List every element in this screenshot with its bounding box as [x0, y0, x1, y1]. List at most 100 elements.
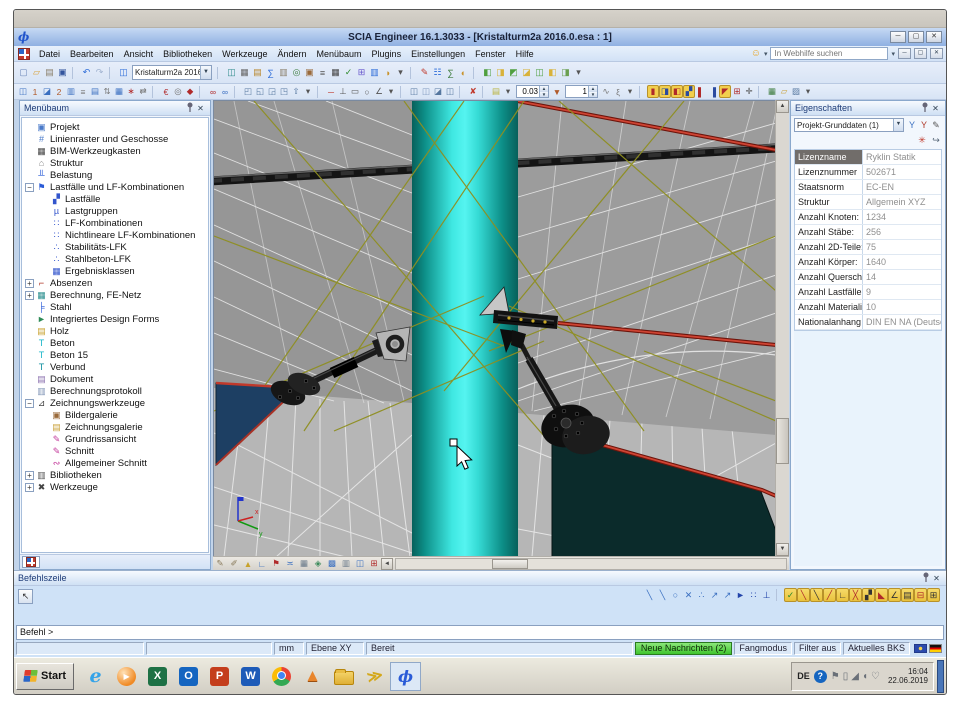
- count-input[interactable]: [566, 87, 588, 96]
- tree-expander-icon[interactable]: [25, 123, 34, 132]
- tree-item[interactable]: ▦ BIM-Werkzeugkasten: [22, 145, 208, 157]
- toolbar-icon[interactable]: ⊞: [731, 85, 743, 98]
- snap-toggle-icon[interactable]: ▤: [901, 588, 914, 602]
- toolbar-icon[interactable]: ⊥: [337, 85, 349, 98]
- minimize-button[interactable]: ─: [890, 31, 906, 43]
- toolbar-icon[interactable]: ✘: [467, 85, 479, 98]
- report-icon[interactable]: ▥: [368, 66, 381, 80]
- taskbar-scia-engineer-icon[interactable]: ϕ: [390, 662, 421, 691]
- tree-item[interactable]: ✎ Schnitt: [22, 445, 208, 457]
- undo-icon[interactable]: ↶: [80, 66, 93, 80]
- grid-icon[interactable]: ▦: [297, 557, 311, 570]
- toolbar-icon[interactable]: ◨: [659, 85, 671, 98]
- edit-icon[interactable]: ✎: [418, 66, 431, 80]
- tray-device-icon[interactable]: ▯: [843, 671, 849, 682]
- menu-item[interactable]: Menübaum: [312, 47, 367, 61]
- taskbar-file-manager-icon[interactable]: [328, 662, 359, 691]
- property-row[interactable]: Anzahl 2D-Teile: 75: [795, 240, 941, 255]
- toolbar-icon[interactable]: 2: [53, 85, 65, 98]
- menu-item[interactable]: Fenster: [470, 47, 511, 61]
- tree-expander-icon[interactable]: [25, 171, 34, 180]
- tree-expander-icon[interactable]: +: [25, 279, 34, 288]
- check-icon[interactable]: ✓: [342, 66, 355, 80]
- toolbar-icon[interactable]: ▾: [802, 85, 814, 98]
- toolbar-icon[interactable]: ∞: [207, 85, 219, 98]
- tree-item[interactable]: + ▥ Bibliotheken: [22, 469, 208, 481]
- tree-item[interactable]: µ Lastgruppen: [22, 205, 208, 217]
- snap-toggle-icon[interactable]: ✓: [784, 588, 797, 602]
- snap-midpoint-icon[interactable]: ╲: [656, 588, 669, 602]
- toolbar-icon[interactable]: ∗: [125, 85, 137, 98]
- tree-item[interactable]: ∴ Stahlbeton-LFK: [22, 253, 208, 265]
- taskbar-internet-explorer-icon[interactable]: e: [80, 662, 111, 691]
- combobox-arrow-icon[interactable]: ▼: [893, 119, 903, 131]
- toolbar-icon[interactable]: ◪: [432, 85, 444, 98]
- mast-cylinder[interactable]: [412, 101, 518, 556]
- toolbar-icon[interactable]: ▤: [89, 85, 101, 98]
- edit-property-icon[interactable]: ✎: [930, 119, 942, 132]
- taskbar-powerpoint-icon[interactable]: P: [204, 662, 235, 691]
- image-icon[interactable]: ▣: [303, 66, 316, 80]
- tree-item[interactable]: ╞ Stahl: [22, 301, 208, 313]
- tree-expander-icon[interactable]: [40, 195, 49, 204]
- viewport-vertical-scrollbar[interactable]: ▲ ▼: [775, 100, 789, 556]
- scale-spinner[interactable]: ▲▼: [516, 85, 549, 98]
- tree-item[interactable]: ▣ Bildergalerie: [22, 409, 208, 421]
- toolbar-overflow-icon[interactable]: ▾: [394, 66, 407, 80]
- taskbar-excel-icon[interactable]: X: [142, 662, 173, 691]
- spinner-down-icon[interactable]: ▼: [540, 92, 548, 98]
- tree-expander-icon[interactable]: [40, 219, 49, 228]
- snap-toggle-icon[interactable]: ╲: [810, 588, 823, 602]
- redo-icon[interactable]: ↷: [93, 66, 106, 80]
- scroll-left-icon[interactable]: ◄: [381, 558, 393, 570]
- tree-item[interactable]: ∷ LF-Kombinationen: [22, 217, 208, 229]
- properties-combobox[interactable]: Projekt-Grunddaten (1) ▼: [794, 118, 904, 132]
- toolbar-icon[interactable]: ▞: [683, 85, 695, 98]
- property-row[interactable]: Nationalanhang DIN EN NA (Deutschland): [795, 315, 941, 330]
- tree-expander-icon[interactable]: [25, 327, 34, 336]
- taskbar-chrome-icon[interactable]: [266, 662, 297, 691]
- section-view-icon[interactable]: ▥: [339, 557, 353, 570]
- ortho-icon[interactable]: ⊥: [760, 588, 773, 602]
- toolbar-icon[interactable]: ▾: [385, 85, 397, 98]
- menu-item[interactable]: Einstellungen: [406, 47, 470, 61]
- layout-icon[interactable]: ◨: [494, 66, 507, 80]
- property-row[interactable]: Anzahl Lastfälle: 9: [795, 285, 941, 300]
- menu-item[interactable]: Ändern: [272, 47, 311, 61]
- tree-item[interactable]: ▤ Holz: [22, 325, 208, 337]
- tree-item[interactable]: T Verbund: [22, 361, 208, 373]
- sum-icon[interactable]: ∑: [444, 66, 457, 80]
- tree-item[interactable]: ⌂ Struktur: [22, 157, 208, 169]
- status-toggle[interactable]: Filter aus: [794, 642, 841, 655]
- scroll-up-icon[interactable]: ▲: [776, 100, 789, 113]
- toolbar-icon[interactable]: 1: [29, 85, 41, 98]
- calculator-icon[interactable]: ⊞: [355, 66, 368, 80]
- snap-endpoint-icon[interactable]: ╲: [643, 588, 656, 602]
- property-row[interactable]: Anzahl Querschnit... 14: [795, 270, 941, 285]
- property-row[interactable]: Anzahl Stäbe: 256: [795, 225, 941, 240]
- tree-expander-icon[interactable]: −: [25, 399, 34, 408]
- split-view-icon[interactable]: ◫: [353, 557, 367, 570]
- snap-extension-icon[interactable]: ↗: [721, 588, 734, 602]
- layout-icon[interactable]: ◨: [559, 66, 572, 80]
- tree-item[interactable]: ► Integriertes Design Forms: [22, 313, 208, 325]
- tree-expander-icon[interactable]: [40, 459, 49, 468]
- project-settings-icon[interactable]: ▦: [238, 66, 251, 80]
- tree-expander-icon[interactable]: [40, 255, 49, 264]
- property-row[interactable]: Staatsnorm EC-EN: [795, 180, 941, 195]
- tree-item[interactable]: ╨ Belastung: [22, 169, 208, 181]
- start-button[interactable]: Start: [16, 663, 74, 690]
- tray-flag-icon[interactable]: ⚑: [831, 671, 840, 682]
- chart-icon[interactable]: ◐: [457, 66, 470, 80]
- toolbar-icon[interactable]: ▨: [790, 85, 802, 98]
- step-icon[interactable]: ▼: [551, 85, 563, 98]
- status-toggle[interactable]: Fangmodus: [734, 642, 792, 655]
- taskbar-launcher-icon[interactable]: ≫: [359, 662, 390, 691]
- toolbar-icon[interactable]: ▾: [502, 85, 514, 98]
- close-icon[interactable]: ✕: [195, 104, 206, 113]
- solid-view-icon[interactable]: ◈: [311, 557, 325, 570]
- mdi-restore-button[interactable]: ▢: [914, 48, 927, 59]
- tree-item[interactable]: + ⌐ Absenzen: [22, 277, 208, 289]
- title-bar[interactable]: ϕ SCIA Engineer 16.1.3033 - [Kristalturm…: [14, 28, 946, 46]
- toolbar-icon[interactable]: ▌: [695, 85, 707, 98]
